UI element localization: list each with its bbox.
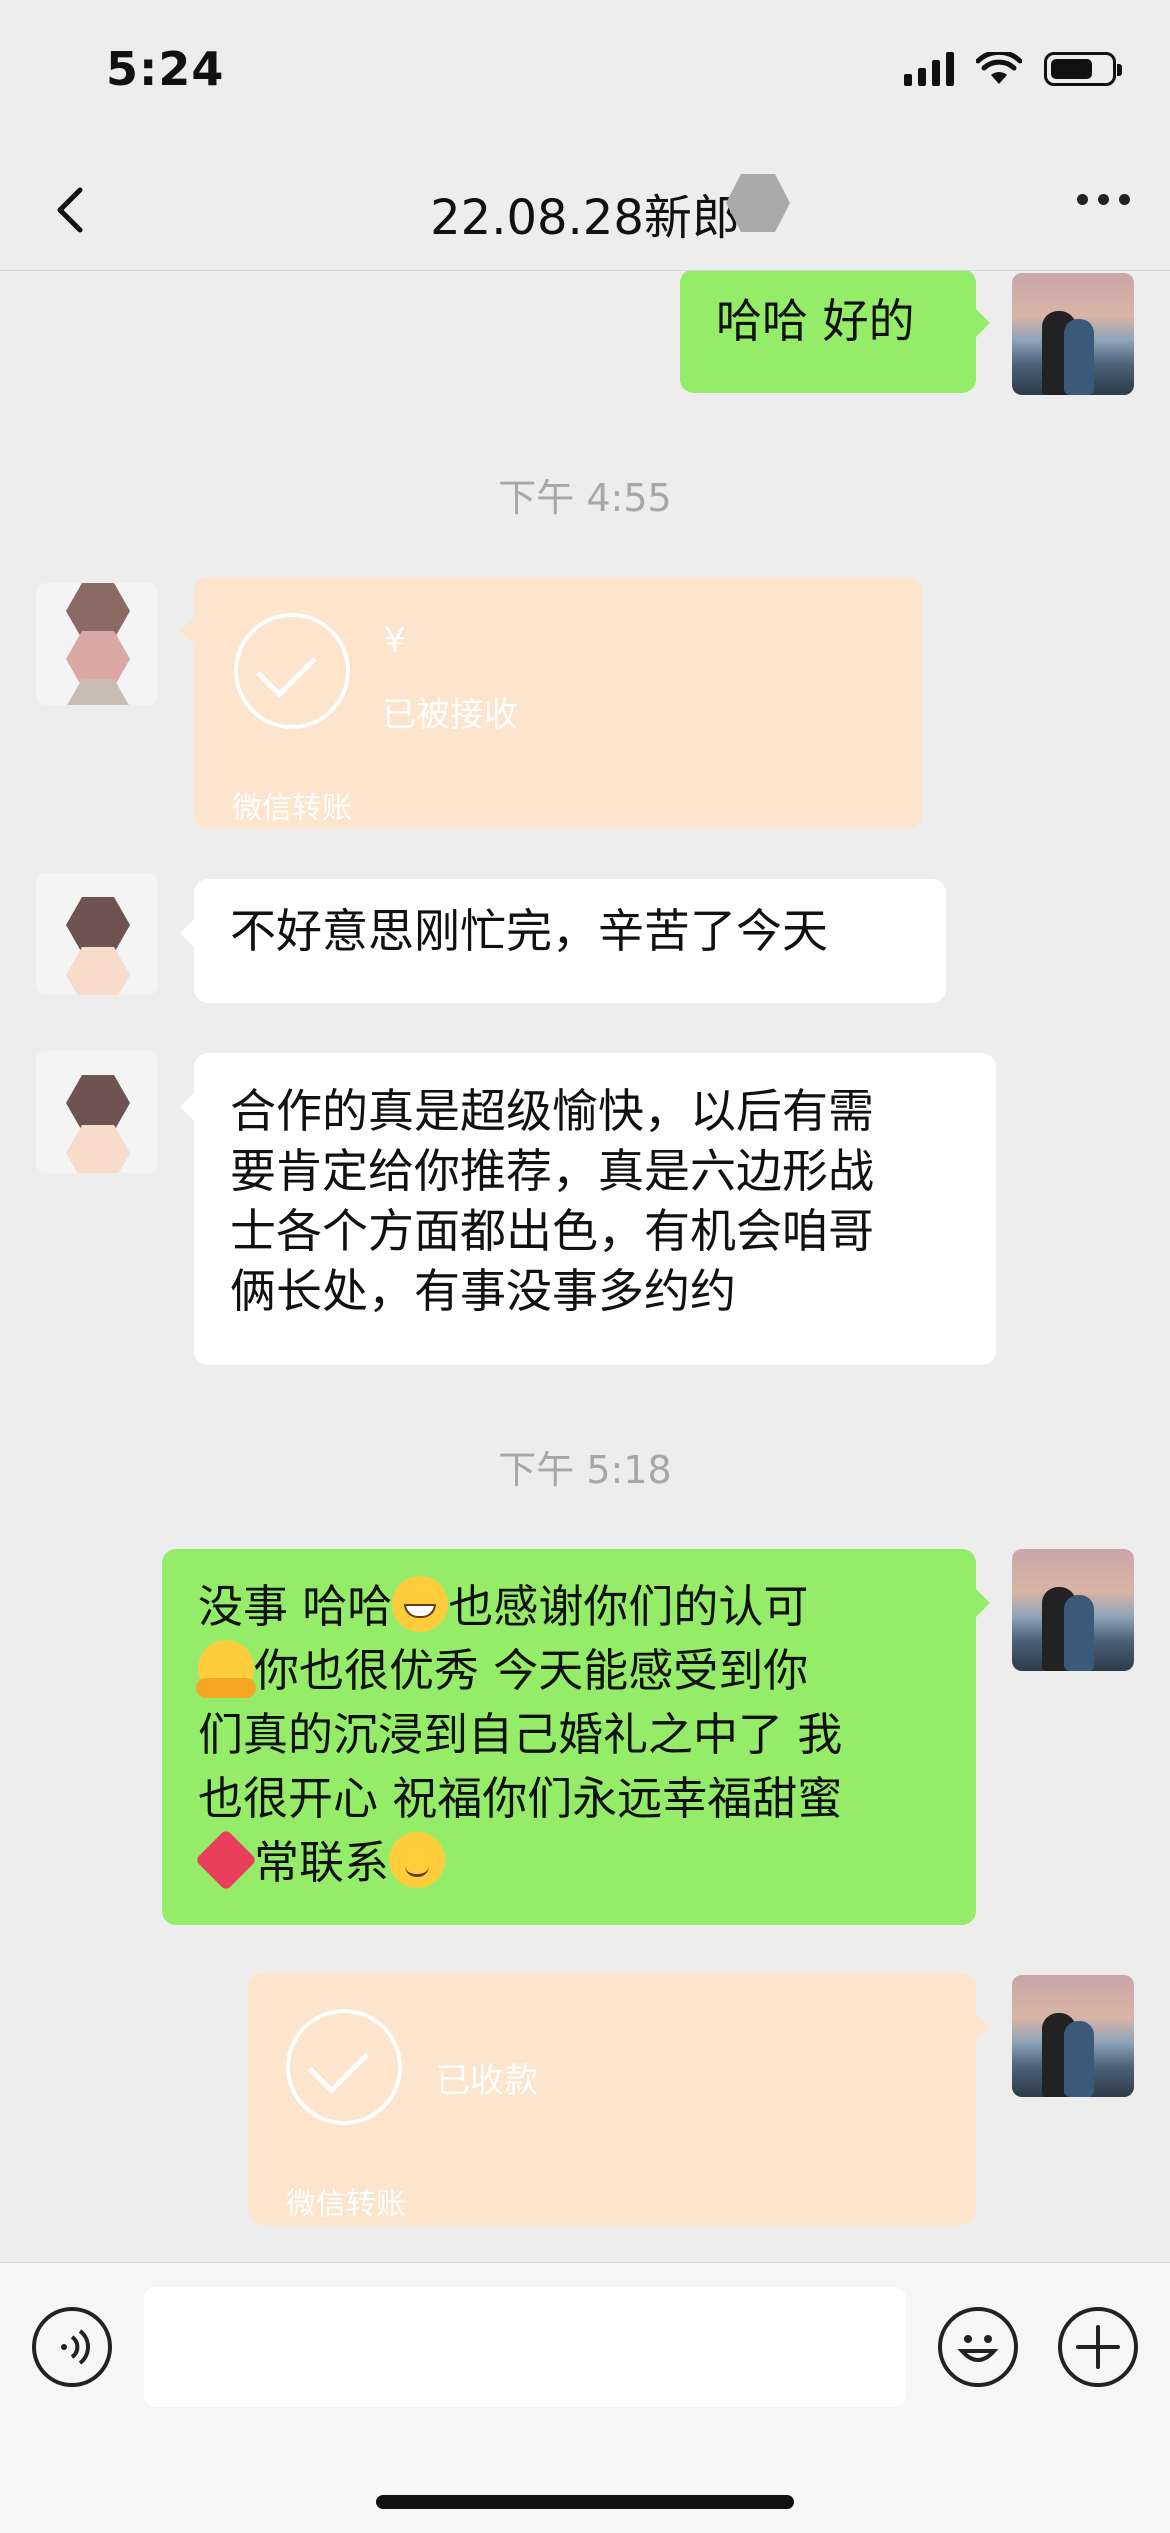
message-line: 士各个方面都出色，有机会咱哥 xyxy=(230,1204,874,1258)
home-indicator[interactable] xyxy=(376,2495,794,2509)
timestamp: 下午 5:18 xyxy=(498,1448,672,1492)
wink-emoji-icon xyxy=(389,1832,446,1888)
transfer-status: 已收款 xyxy=(436,2061,538,2101)
message-line: 俩长处，有事没事多约约 xyxy=(230,1264,736,1318)
transfer-status: 已被接收 xyxy=(382,695,518,735)
wifi-icon xyxy=(976,52,1022,84)
status-icons xyxy=(904,52,1122,86)
message-text: 不好意思刚忙完，辛苦了今天 xyxy=(230,904,828,958)
plus-icon[interactable] xyxy=(1058,2307,1138,2387)
message-bubble-outgoing[interactable]: 没事 哈哈 也感谢你们的认可 你也很优秀 今天能感受到你 们真的沉浸到自己婚礼之中… xyxy=(162,1549,990,1925)
chat-title[interactable]: 22.08.28新郎 xyxy=(430,190,740,246)
chat-title-wrap: 22.08.28新郎 xyxy=(0,178,1170,248)
message-line: 也很开心 祝福你们永远幸福甜蜜 xyxy=(198,1772,843,1825)
more-dots-icon[interactable] xyxy=(1077,194,1130,205)
signal-icon xyxy=(904,52,954,86)
message-bubble-incoming[interactable]: 合作的真是超级愉快，以后有需 要肯定给你推荐，真是六边形战 士各个方面都出色，有… xyxy=(180,1053,996,1365)
battery-icon xyxy=(1044,52,1122,86)
avatar[interactable] xyxy=(1012,1975,1134,2097)
hug-emoji-icon xyxy=(196,1640,256,1698)
chat-area[interactable]: 哈哈 好的 下午 4:55 ¥ 已被接收 微信转账 不好意思刚忙完，辛苦了今天 … xyxy=(0,271,1170,2261)
voice-icon[interactable] xyxy=(32,2307,112,2387)
message-text: 哈哈 好的 xyxy=(716,294,915,348)
transfer-footer: 微信转账 xyxy=(286,2187,406,2222)
message-line: 要肯定给你推荐，真是六边形战 xyxy=(230,1144,874,1198)
check-circle-icon xyxy=(234,613,350,729)
timestamp: 下午 4:55 xyxy=(498,476,672,520)
transfer-amount: ¥ xyxy=(384,621,406,661)
transfer-card[interactable]: ¥ 已被接收 微信转账 xyxy=(180,577,922,829)
avatar[interactable] xyxy=(36,1051,158,1173)
message-line: 你也很优秀 今天能感受到你 xyxy=(196,1639,940,1703)
avatar[interactable] xyxy=(1012,1549,1134,1671)
message-line: 合作的真是超级愉快，以后有需 xyxy=(230,1084,874,1138)
grin-emoji-icon xyxy=(392,1576,449,1632)
heart-emoji-icon xyxy=(198,1832,254,1888)
message-line: 们真的沉浸到自己婚礼之中了 我 xyxy=(198,1708,843,1761)
avatar[interactable] xyxy=(36,583,158,705)
message-line: 常联系 xyxy=(198,1831,940,1895)
avatar[interactable] xyxy=(1012,273,1134,395)
battery-level xyxy=(1051,59,1092,79)
status-time: 5:24 xyxy=(106,42,225,96)
check-circle-icon xyxy=(286,2009,402,2125)
smiley-icon[interactable] xyxy=(938,2307,1018,2387)
input-bar xyxy=(0,2262,1170,2533)
redacted-hex-icon xyxy=(726,174,790,232)
message-bubble-outgoing[interactable]: 哈哈 好的 xyxy=(680,271,990,393)
avatar[interactable] xyxy=(36,873,158,995)
message-line: 没事 哈哈 也感谢你们的认可 xyxy=(198,1575,940,1639)
chat-header: 22.08.28新郎 xyxy=(0,150,1170,271)
message-input[interactable] xyxy=(144,2287,906,2407)
status-bar: 5:24 xyxy=(0,0,1170,150)
transfer-card[interactable]: 已收款 微信转账 xyxy=(248,1973,990,2225)
transfer-footer: 微信转账 xyxy=(232,791,352,826)
message-bubble-incoming[interactable]: 不好意思刚忙完，辛苦了今天 xyxy=(180,879,946,1003)
